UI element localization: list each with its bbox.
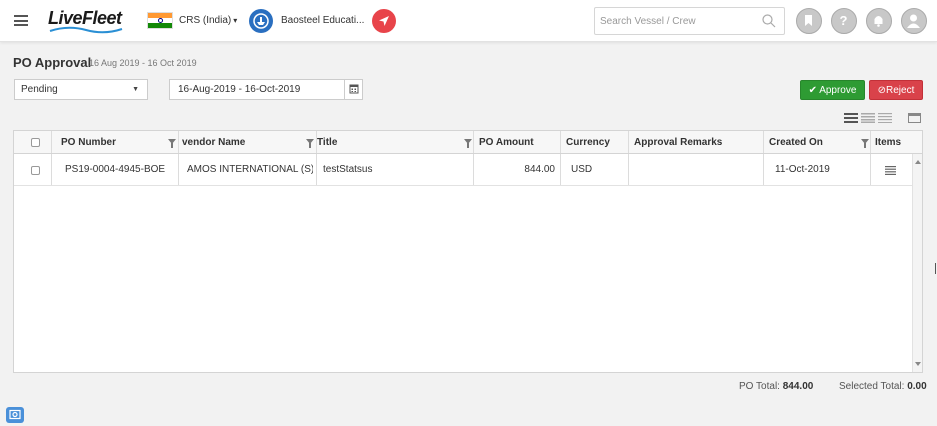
top-bar: LiveFleet CRS (India) ▾ Baosteel Educati.… [0, 0, 937, 42]
density-normal-icon[interactable] [861, 113, 875, 123]
caret-down-icon: ▾ [233, 16, 238, 25]
filter-icon[interactable] [861, 139, 869, 148]
density-comfortable-icon[interactable] [878, 113, 892, 123]
cell-currency: USD [571, 164, 593, 175]
svg-text:?: ? [840, 13, 848, 28]
cell-created-on: 11-Oct-2019 [775, 164, 830, 175]
po-total-value: 844.00 [782, 381, 814, 392]
grid-header: PO Number vendor Name Title PO Amount Cu… [14, 131, 922, 154]
cell-po-number: PS19-0004-4945-BOE [65, 164, 166, 175]
filter-icon[interactable] [168, 139, 176, 148]
reject-button[interactable]: ⊘Reject [869, 80, 923, 100]
table-row[interactable]: PS19-0004-4945-BOE AMOS INTERNATIONAL (S… [14, 154, 913, 186]
po-total-label: PO Total: [739, 381, 780, 392]
scroll-down-icon[interactable] [915, 362, 921, 366]
search-box [594, 7, 785, 35]
hamburger-icon[interactable] [14, 15, 28, 26]
window-icon[interactable] [908, 113, 921, 123]
row-checkbox[interactable] [31, 166, 40, 175]
header-created-on[interactable]: Created On [769, 131, 823, 154]
po-total: PO Total: 844.00 [739, 381, 813, 392]
date-range-value: 16-Aug-2019 - 16-Oct-2019 [178, 84, 301, 95]
search-icon[interactable] [762, 14, 776, 28]
cell-title: testStatsus [323, 164, 373, 175]
cell-approval-remarks [634, 154, 759, 186]
date-range-input[interactable]: 16-Aug-2019 - 16-Oct-2019 [169, 79, 363, 100]
selected-total-value: 0.00 [907, 381, 927, 392]
grid-scrollbar[interactable] [912, 154, 922, 372]
status-value: Pending [21, 84, 58, 95]
check-icon: ✔ [808, 85, 817, 96]
header-vendor-name[interactable]: vendor Name [182, 131, 245, 154]
bookmark-icon[interactable] [796, 8, 822, 34]
vessel-name[interactable]: Baosteel Educati... [281, 15, 364, 26]
user-icon[interactable] [901, 8, 927, 34]
status-select[interactable]: Pending ▼ [14, 79, 148, 100]
dropdown-arrow-icon: ▼ [132, 86, 139, 93]
feedback-icon[interactable] [6, 407, 24, 423]
filter-icon[interactable] [464, 139, 472, 148]
header-po-amount[interactable]: PO Amount [479, 131, 534, 154]
header-currency[interactable]: Currency [566, 131, 610, 154]
ban-icon: ⊘ [877, 85, 887, 96]
list-icon[interactable] [885, 166, 896, 175]
logo-wave-icon [49, 26, 123, 34]
navigation-icon[interactable] [372, 9, 396, 33]
selected-total: Selected Total: 0.00 [839, 381, 927, 392]
logo[interactable]: LiveFleet [48, 8, 128, 34]
bell-icon[interactable] [866, 8, 892, 34]
density-compact-icon[interactable] [844, 113, 858, 123]
header-po-number[interactable]: PO Number [61, 131, 116, 154]
approve-button[interactable]: ✔ Approve [800, 80, 865, 100]
calendar-icon[interactable] [344, 79, 362, 100]
header-title[interactable]: Title [317, 131, 337, 154]
india-flag-icon[interactable] [147, 12, 173, 29]
cell-po-amount: 844.00 [524, 164, 555, 175]
page-title: PO Approval [13, 55, 92, 70]
search-input[interactable] [600, 13, 760, 30]
cell-vendor-name: AMOS INTERNATIONAL (S)... [187, 164, 313, 175]
text-cursor [935, 263, 936, 274]
selected-total-label: Selected Total: [839, 381, 905, 392]
filter-icon[interactable] [306, 139, 314, 148]
select-all-checkbox[interactable] [31, 138, 40, 147]
reject-label: Reject [886, 85, 915, 96]
approve-label: Approve [819, 85, 857, 96]
company-name: CRS (India) [179, 15, 232, 26]
vessel-icon[interactable] [249, 9, 273, 33]
po-grid: PO Number vendor Name Title PO Amount Cu… [13, 130, 923, 373]
help-icon[interactable]: ? [831, 8, 857, 34]
header-approval-remarks[interactable]: Approval Remarks [634, 131, 722, 154]
scroll-up-icon[interactable] [915, 160, 921, 164]
company-selector[interactable]: CRS (India) ▾ [179, 15, 237, 26]
page-subtitle: 16 Aug 2019 - 16 Oct 2019 [89, 58, 197, 68]
header-items: Items [875, 137, 902, 148]
